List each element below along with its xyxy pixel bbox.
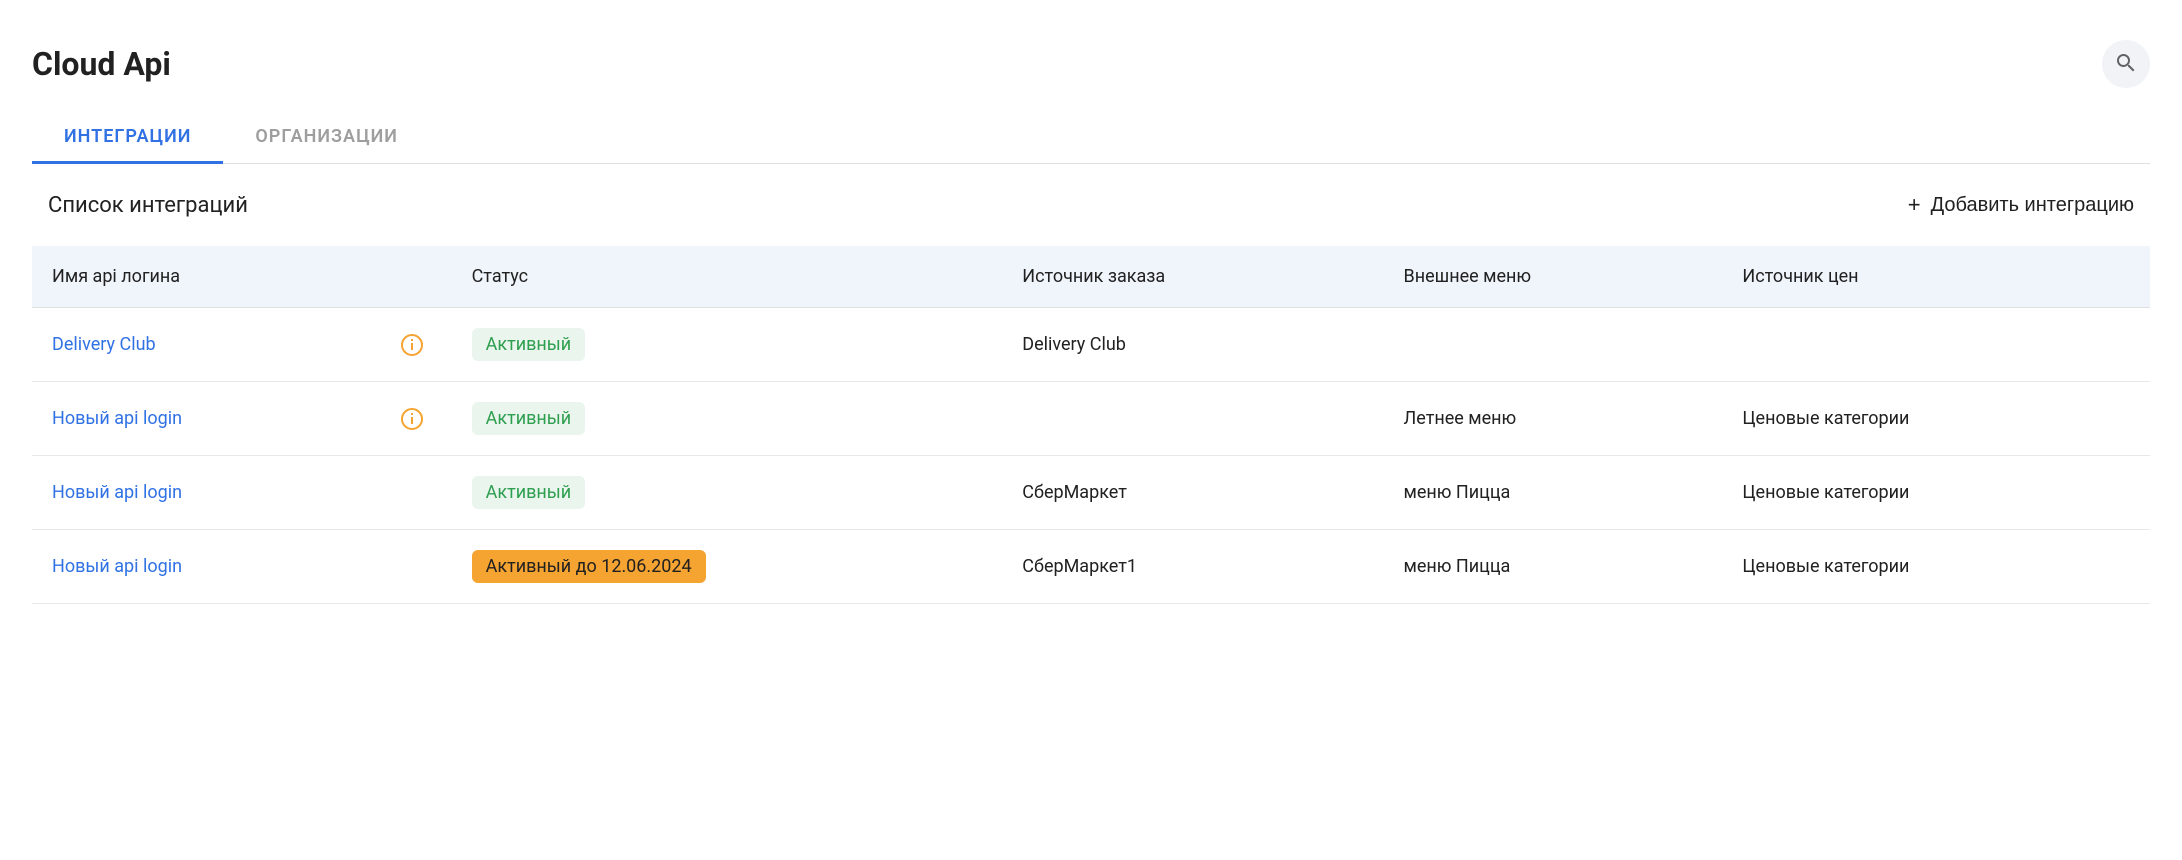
cell-order-source [1006, 382, 1387, 456]
section-title: Список интеграций [48, 193, 248, 218]
tab-integrations[interactable]: ИНТЕГРАЦИИ [32, 112, 223, 164]
login-link[interactable]: Новый api login [52, 556, 182, 577]
cell-order-source: СберМаркет1 [1006, 530, 1387, 604]
status-badge: Активный [472, 328, 586, 361]
table-row: Delivery Club Активный Delivery Club [32, 308, 2150, 382]
search-icon [2114, 51, 2138, 78]
tab-organizations[interactable]: ОРГАНИЗАЦИИ [223, 112, 430, 164]
search-button[interactable] [2102, 40, 2150, 88]
table-row: Новый api login Активный СберМаркетменю Пи… [32, 456, 2150, 530]
plus-icon: + [1908, 192, 1921, 218]
page-title: Cloud Api [32, 45, 171, 83]
integrations-table: Имя api логина Статус Источник заказа Вн… [32, 246, 2150, 604]
status-badge: Активный [472, 476, 586, 509]
status-badge: Активный [472, 402, 586, 435]
info-icon[interactable] [400, 407, 424, 431]
table-header-row: Имя api логина Статус Источник заказа Вн… [32, 246, 2150, 308]
col-header-price-source: Источник цен [1726, 246, 2150, 308]
add-integration-label: Добавить интеграцию [1931, 194, 2134, 217]
add-integration-button[interactable]: + Добавить интеграцию [1908, 192, 2134, 218]
col-header-order-source: Источник заказа [1006, 246, 1387, 308]
cell-price-source: Ценовые категории [1726, 382, 2150, 456]
cell-external-menu [1388, 308, 1727, 382]
table-row: Новый api login Активный до 12.06.2024 Сбе… [32, 530, 2150, 604]
cell-order-source: Delivery Club [1006, 308, 1387, 382]
tabs: ИНТЕГРАЦИИ ОРГАНИЗАЦИИ [32, 112, 2150, 164]
cell-external-menu: меню Пицца [1388, 530, 1727, 604]
table-row: Новый api login Активный Летнее менюЦеновы… [32, 382, 2150, 456]
cell-external-menu: меню Пицца [1388, 456, 1727, 530]
login-link[interactable]: Новый api login [52, 408, 182, 429]
login-link[interactable]: Delivery Club [52, 334, 156, 355]
cell-price-source: Ценовые категории [1726, 530, 2150, 604]
info-icon[interactable] [400, 333, 424, 357]
cell-external-menu: Летнее меню [1388, 382, 1727, 456]
cell-price-source [1726, 308, 2150, 382]
col-header-login: Имя api логина [32, 246, 456, 308]
cell-order-source: СберМаркет [1006, 456, 1387, 530]
login-link[interactable]: Новый api login [52, 482, 182, 503]
col-header-status: Статус [456, 246, 1007, 308]
cell-price-source: Ценовые категории [1726, 456, 2150, 530]
col-header-external-menu: Внешнее меню [1388, 246, 1727, 308]
status-badge: Активный до 12.06.2024 [472, 550, 706, 583]
